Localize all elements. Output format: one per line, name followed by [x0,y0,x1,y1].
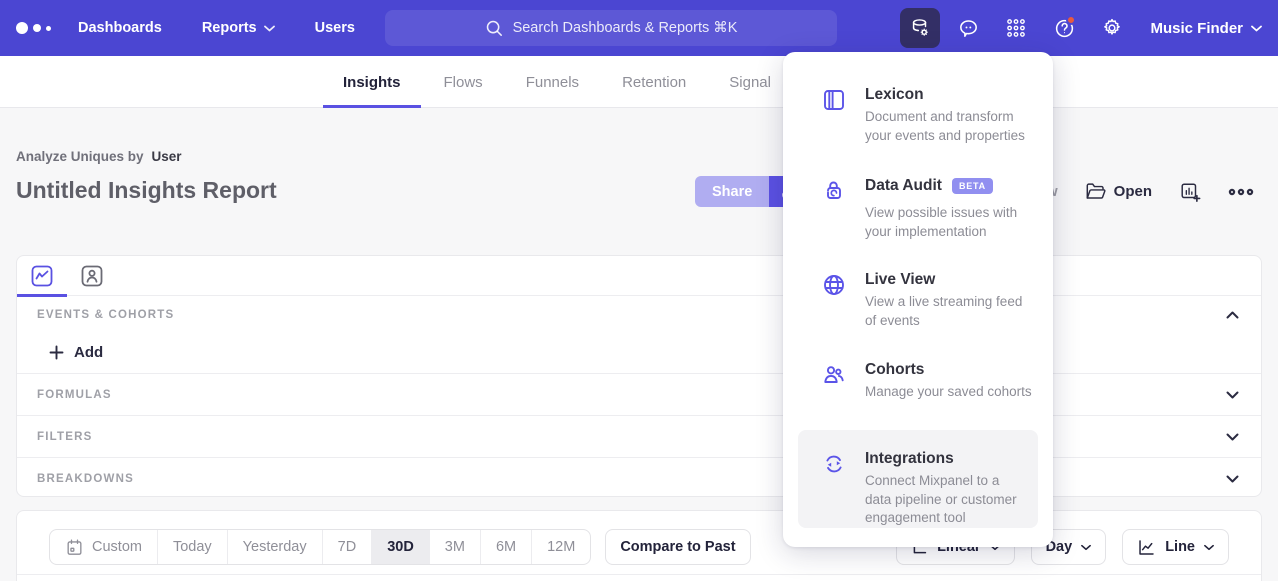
date-range-control: Custom Today Yesterday 7D 30D 3M 6M 12M [49,529,591,565]
project-switcher[interactable]: Music Finder [1150,20,1262,37]
person-tab-icon [79,263,105,289]
compare-to-past-button[interactable]: Compare to Past [605,529,750,565]
live-view-icon [821,272,847,298]
report-title[interactable]: Untitled Insights Report [16,177,277,204]
plus-icon [49,345,64,360]
range-7d[interactable]: 7D [323,530,373,564]
calendar-icon [65,538,84,557]
menu-item-live-view[interactable]: Live View View a live streaming feed of … [783,271,1053,330]
share-button[interactable]: Share [695,176,769,207]
range-today[interactable]: Today [158,530,228,564]
menu-item-data-audit[interactable]: Data Audit BETA View possible issues wit… [783,177,1053,241]
tab-retention[interactable]: Retention [602,56,706,108]
apps-grid-button[interactable] [992,8,1040,48]
cohorts-icon [821,362,847,388]
help-button[interactable] [1040,8,1088,48]
nav-item-dashboards[interactable]: Dashboards [78,20,162,36]
chevron-down-icon [1081,544,1091,551]
chart-tab-icon [29,263,55,289]
range-yesterday[interactable]: Yesterday [228,530,323,564]
menu-item-cohorts[interactable]: Cohorts Manage your saved cohorts [783,361,1053,402]
search-placeholder: Search Dashboards & Reports ⌘K [513,20,738,36]
tab-insights[interactable]: Insights [323,56,421,108]
section-breakdowns[interactable]: BREAKDOWNS [17,458,1261,499]
project-name: Music Finder [1150,20,1243,37]
chevron-down-icon[interactable] [1226,391,1239,399]
profiles-tab[interactable] [67,256,117,296]
mixpanel-logo[interactable] [16,18,52,38]
chevron-down-icon[interactable] [1226,475,1239,483]
add-event-button[interactable]: Add [17,332,1261,373]
tab-flows[interactable]: Flows [424,56,503,108]
tab-funnels[interactable]: Funnels [506,56,599,108]
ellipsis-icon [1228,188,1254,196]
range-custom[interactable]: Custom [50,530,158,564]
add-to-dashboard-button[interactable] [1179,181,1201,203]
query-builder-panel: EVENTS & COHORTS Add FORMULAS FILTERS BR… [16,255,1262,497]
tools-dropdown-menu: Lexicon Document and transform your even… [783,52,1053,547]
line-chart-icon [1137,538,1156,557]
gear-icon [1101,17,1123,39]
search-icon [485,19,503,37]
menu-item-lexicon[interactable]: Lexicon Document and transform your even… [783,86,1053,145]
data-audit-icon [821,178,847,204]
section-events-cohorts[interactable]: EVENTS & COHORTS [17,296,1261,332]
data-management-icon [909,17,931,39]
section-formulas[interactable]: FORMULAS [17,374,1261,415]
nav-item-users[interactable]: Users [315,20,355,36]
chart-type-dropdown[interactable]: Line [1122,529,1229,565]
range-30d[interactable]: 30D [372,530,430,564]
range-3m[interactable]: 3M [430,530,481,564]
range-12m[interactable]: 12M [532,530,590,564]
data-management-button[interactable] [900,8,940,48]
chevron-down-icon[interactable] [1226,433,1239,441]
report-tabbar: Insights Flows Funnels Retention Signal … [0,56,1278,108]
search-input[interactable]: Search Dashboards & Reports ⌘K [385,10,837,46]
nav-item-reports[interactable]: Reports [202,20,275,36]
range-6m[interactable]: 6M [481,530,532,564]
beta-badge: BETA [952,178,993,194]
uniques-by-selector[interactable]: User [152,149,182,164]
apps-grid-icon [1005,17,1027,39]
message-bubble-icon [957,17,980,40]
settings-button[interactable] [1088,8,1136,48]
folder-icon [1085,182,1106,201]
breadcrumb: Analyze Uniques byUser [16,149,182,164]
more-options-button[interactable] [1228,188,1254,196]
tab-signal[interactable]: Signal [709,56,791,108]
top-navigation: Dashboards Reports Users Search Dashboar… [0,0,1278,56]
chart-panel: Custom Today Yesterday 7D 30D 3M 6M 12M … [16,510,1262,581]
menu-item-integrations[interactable]: Integrations Connect Mixpanel to a data … [798,430,1038,528]
add-to-dashboard-icon [1179,181,1201,203]
messages-button[interactable] [944,8,992,48]
chevron-up-icon[interactable] [1226,311,1239,319]
chevron-down-icon [264,25,275,32]
section-filters[interactable]: FILTERS [17,416,1261,457]
open-report-button[interactable]: Open [1085,182,1152,201]
chevron-down-icon [1204,544,1214,551]
lexicon-icon [821,87,847,113]
chevron-down-icon [1251,25,1262,32]
query-builder-tabs [17,256,1261,296]
integrations-icon [821,451,847,477]
events-tab[interactable] [17,256,67,296]
